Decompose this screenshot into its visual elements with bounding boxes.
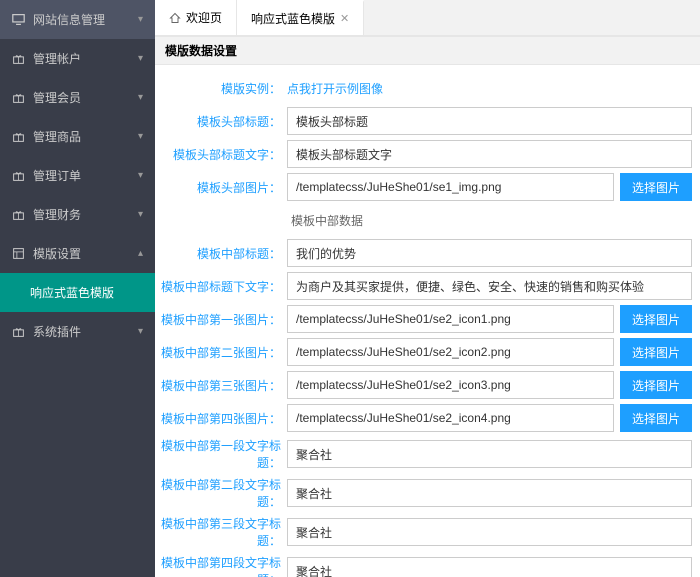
sidebar-item-finance[interactable]: 管理财务 ▾	[0, 195, 155, 234]
tab-welcome[interactable]: 欢迎页	[155, 0, 237, 35]
label-head-subtitle: 模板头部标题文字：	[159, 146, 287, 163]
form-area: 模版实例：点我打开示例图像 模板头部标题： 模板头部标题文字： 模板头部图片： 选…	[155, 65, 700, 577]
main-area: 欢迎页 响应式蓝色模版 ✕ 模版数据设置 模版实例：点我打开示例图像 模板头部标…	[155, 0, 700, 577]
label-mid-txt-title1: 模板中部第一段文字标题：	[159, 437, 287, 471]
label-mid-img1: 模板中部第一张图片：	[159, 311, 287, 328]
template-icon	[12, 247, 25, 260]
input-mid-img3[interactable]	[287, 371, 614, 399]
chevron-down-icon: ▾	[138, 131, 143, 142]
chevron-down-icon: ▾	[138, 209, 143, 220]
sidebar-label: 管理帐户	[33, 50, 81, 67]
input-mid-img4[interactable]	[287, 404, 614, 432]
chevron-down-icon: ▾	[138, 53, 143, 64]
sidebar-label: 系统插件	[33, 323, 81, 340]
sidebar-item-template[interactable]: 模版设置 ▴	[0, 234, 155, 273]
text-mid-data: 模板中部数据	[287, 212, 363, 229]
gift-icon	[12, 91, 25, 104]
tab-label: 欢迎页	[186, 9, 222, 26]
sidebar-item-member[interactable]: 管理会员 ▾	[0, 78, 155, 117]
link-open-example[interactable]: 点我打开示例图像	[287, 80, 383, 97]
sidebar-label: 模版设置	[33, 245, 81, 262]
label-mid-title: 模板中部标题：	[159, 245, 287, 262]
close-icon[interactable]: ✕	[340, 12, 349, 25]
label-mid-img2: 模板中部第二张图片：	[159, 344, 287, 361]
label-mid-img3: 模板中部第三张图片：	[159, 377, 287, 394]
monitor-icon	[12, 13, 25, 26]
sidebar-label: 管理会员	[33, 89, 81, 106]
chevron-down-icon: ▾	[138, 14, 143, 25]
input-mid-title-sub[interactable]	[287, 272, 692, 300]
label-mid-img4: 模板中部第四张图片：	[159, 410, 287, 427]
home-icon	[169, 12, 181, 24]
sidebar-label: 管理商品	[33, 128, 81, 145]
input-head-subtitle[interactable]	[287, 140, 692, 168]
input-mid-txt-title2[interactable]	[287, 479, 692, 507]
sidebar-item-site-info[interactable]: 网站信息管理 ▾	[0, 0, 155, 39]
label-mid-txt-title4: 模板中部第四段文字标题：	[159, 554, 287, 577]
input-mid-txt-title4[interactable]	[287, 557, 692, 577]
input-head-image[interactable]	[287, 173, 614, 201]
sidebar-item-goods[interactable]: 管理商品 ▾	[0, 117, 155, 156]
gift-icon	[12, 52, 25, 65]
chevron-down-icon: ▾	[138, 92, 143, 103]
chevron-up-icon: ▴	[138, 248, 143, 259]
sidebar-item-blue-template[interactable]: 响应式蓝色模版	[0, 273, 155, 312]
input-mid-img1[interactable]	[287, 305, 614, 333]
tab-bar: 欢迎页 响应式蓝色模版 ✕	[155, 0, 700, 36]
chevron-down-icon: ▾	[138, 326, 143, 337]
sidebar-label: 网站信息管理	[33, 11, 105, 28]
sidebar-sub-label: 响应式蓝色模版	[30, 284, 114, 301]
tab-blue-template[interactable]: 响应式蓝色模版 ✕	[237, 0, 364, 35]
btn-select-mid-img1[interactable]: 选择图片	[620, 305, 692, 333]
btn-select-mid-img3[interactable]: 选择图片	[620, 371, 692, 399]
input-mid-title[interactable]	[287, 239, 692, 267]
btn-select-head-image[interactable]: 选择图片	[620, 173, 692, 201]
sidebar-label: 管理订单	[33, 167, 81, 184]
input-head-title[interactable]	[287, 107, 692, 135]
sidebar-item-plugin[interactable]: 系统插件 ▾	[0, 312, 155, 351]
sidebar: 网站信息管理 ▾ 管理帐户 ▾ 管理会员 ▾ 管理商品 ▾ 管理订单 ▾ 管理财…	[0, 0, 155, 577]
gift-icon	[12, 169, 25, 182]
gift-icon	[12, 325, 25, 338]
sidebar-item-account[interactable]: 管理帐户 ▾	[0, 39, 155, 78]
section-title: 模版数据设置	[155, 36, 700, 65]
gift-icon	[12, 208, 25, 221]
sidebar-item-order[interactable]: 管理订单 ▾	[0, 156, 155, 195]
label-mid-txt-title3: 模板中部第三段文字标题：	[159, 515, 287, 549]
btn-select-mid-img2[interactable]: 选择图片	[620, 338, 692, 366]
label-example: 模版实例：	[159, 80, 287, 97]
label-head-title: 模板头部标题：	[159, 113, 287, 130]
label-head-image: 模板头部图片：	[159, 179, 287, 196]
input-mid-txt-title3[interactable]	[287, 518, 692, 546]
input-mid-img2[interactable]	[287, 338, 614, 366]
tab-label: 响应式蓝色模版	[251, 10, 335, 27]
chevron-down-icon: ▾	[138, 170, 143, 181]
label-mid-title-sub: 模板中部标题下文字：	[159, 278, 287, 295]
input-mid-txt-title1[interactable]	[287, 440, 692, 468]
gift-icon	[12, 130, 25, 143]
btn-select-mid-img4[interactable]: 选择图片	[620, 404, 692, 432]
sidebar-label: 管理财务	[33, 206, 81, 223]
label-mid-txt-title2: 模板中部第二段文字标题：	[159, 476, 287, 510]
